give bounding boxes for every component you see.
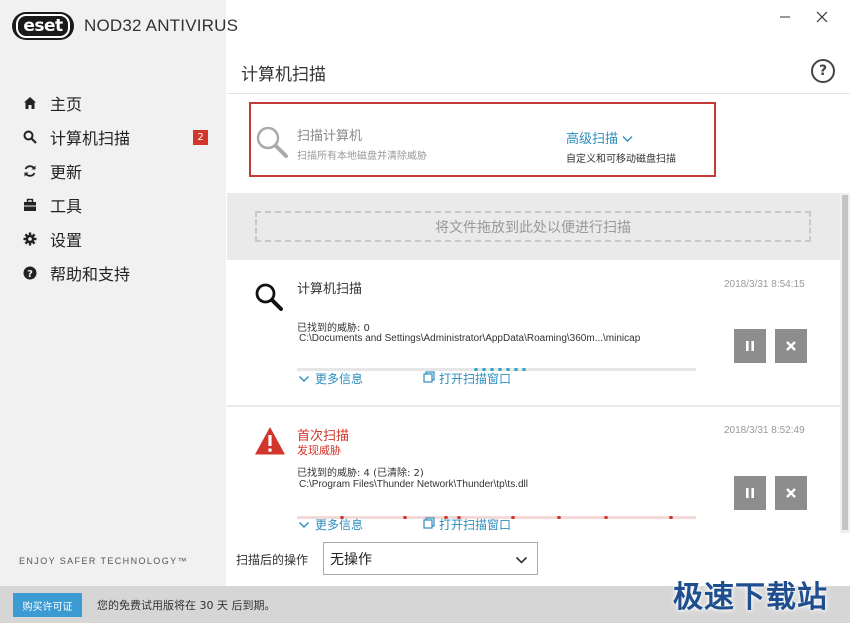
watermark: 极速下载站 <box>673 580 828 615</box>
sidebar-item-label: 设置 <box>50 231 83 250</box>
sidebar-item-label: 主页 <box>50 95 83 114</box>
pause-icon <box>745 337 755 356</box>
close-window-button[interactable] <box>812 8 832 26</box>
pause-icon <box>745 484 755 503</box>
advanced-scan-subtitle: 自定义和可移动磁盘扫描 <box>566 154 676 165</box>
search-icon <box>22 129 38 145</box>
minimize-button[interactable] <box>775 8 795 26</box>
refresh-icon <box>22 163 38 179</box>
stop-scan-button[interactable] <box>775 476 807 510</box>
close-icon <box>785 484 797 503</box>
after-scan-action-select[interactable]: 无操作 <box>323 542 538 575</box>
sidebar-item-computer-scan[interactable]: 计算机扫描 2 <box>0 120 226 154</box>
tagline: ENJOY SAFER TECHNOLOGY™ <box>19 556 188 566</box>
search-icon <box>254 282 284 316</box>
window-icon <box>423 371 435 386</box>
chevron-down-icon <box>622 132 633 147</box>
sidebar-item-label: 计算机扫描 <box>50 129 131 148</box>
pause-scan-button[interactable] <box>734 329 766 363</box>
after-scan-selected-value: 无操作 <box>330 551 372 568</box>
more-info-link[interactable]: 更多信息 <box>298 370 363 387</box>
open-scan-window-label: 打开扫描窗口 <box>439 518 512 532</box>
scan-computer-title: 扫描计算机 <box>297 129 363 144</box>
scroll-thumb[interactable] <box>842 195 848 530</box>
sidebar-nav: 主页 计算机扫描 2 更新 工具 设置 ? 帮助和支持 <box>0 86 226 290</box>
magnifier-icon <box>255 125 289 163</box>
more-info-label: 更多信息 <box>315 518 364 532</box>
file-drop-zone[interactable]: 将文件拖放到此处以便进行扫描 <box>255 211 811 242</box>
chevron-down-icon <box>298 372 310 386</box>
sidebar-item-settings[interactable]: 设置 <box>0 222 226 256</box>
sidebar-item-tools[interactable]: 工具 <box>0 188 226 222</box>
threats-found: 已找到的威胁: 0 <box>297 323 370 334</box>
open-scan-window-label: 打开扫描窗口 <box>439 372 512 386</box>
help-button[interactable]: ? <box>811 59 835 83</box>
minimize-icon <box>779 8 791 27</box>
scan-progress-bar <box>297 356 696 372</box>
sidebar-item-label: 帮助和支持 <box>50 265 131 284</box>
threat-detected-label: 发现威胁 <box>297 444 341 457</box>
buy-license-button[interactable]: 购买许可证 <box>13 593 82 617</box>
more-info-link[interactable]: 更多信息 <box>298 516 363 533</box>
sidebar-item-label: 工具 <box>50 197 83 216</box>
trial-expiry-text: 您的免费试用版将在 30 天 后到期。 <box>97 599 276 612</box>
sidebar-item-home[interactable]: 主页 <box>0 86 226 120</box>
warning-icon <box>254 426 286 460</box>
scan-title: 计算机扫描 <box>297 282 363 297</box>
eset-logo: eset NOD32 ANTIVIRUS <box>12 12 238 40</box>
sidebar-item-update[interactable]: 更新 <box>0 154 226 188</box>
scan-progress-bar <box>297 504 696 520</box>
drop-zone-label: 将文件拖放到此处以便进行扫描 <box>435 219 631 236</box>
stop-scan-button[interactable] <box>775 329 807 363</box>
help-icon: ? <box>818 63 828 79</box>
close-icon <box>785 337 797 356</box>
current-file-path: C:\Program Files\Thunder Network\Thunder… <box>299 479 528 490</box>
pause-scan-button[interactable] <box>734 476 766 510</box>
product-name: NOD32 ANTIVIRUS <box>84 16 239 35</box>
window-icon <box>423 517 435 532</box>
open-scan-window-link[interactable]: 打开扫描窗口 <box>423 370 511 387</box>
chevron-down-icon <box>298 518 310 532</box>
question-icon: ? <box>22 265 38 281</box>
open-scan-window-link[interactable]: 打开扫描窗口 <box>423 516 511 533</box>
scan-computer-subtitle: 扫描所有本地磁盘并清除威胁 <box>297 151 427 162</box>
sidebar-item-label: 更新 <box>50 163 83 182</box>
threats-found: 已找到的威胁: 4 (已清除: 2) <box>297 468 424 479</box>
eset-logo-badge: eset <box>12 12 74 40</box>
scan-timestamp: 2018/3/31 8:54:15 <box>724 279 805 290</box>
gear-icon <box>22 231 38 247</box>
toolbox-icon <box>22 197 38 213</box>
after-scan-label: 扫描后的操作 <box>236 553 309 567</box>
logo-text: eset <box>16 14 70 38</box>
page-title: 计算机扫描 <box>241 65 326 85</box>
scan-computer-option[interactable]: 扫描计算机 扫描所有本地磁盘并清除威胁 <box>255 125 427 163</box>
svg-text:?: ? <box>27 269 33 280</box>
more-info-label: 更多信息 <box>315 372 364 386</box>
current-file-path: C:\Documents and Settings\Administrator\… <box>299 333 641 344</box>
sidebar-item-help[interactable]: ? 帮助和支持 <box>0 256 226 290</box>
chevron-down-icon <box>515 553 528 569</box>
scan-timestamp: 2018/3/31 8:52:49 <box>724 425 805 436</box>
notification-badge: 2 <box>193 130 208 145</box>
home-icon <box>22 95 38 111</box>
advanced-scan-title: 高级扫描 <box>566 132 619 147</box>
buy-license-label: 购买许可证 <box>22 601 73 613</box>
close-icon <box>816 8 828 27</box>
advanced-scan-option[interactable]: 高级扫描 自定义和可移动磁盘扫描 <box>566 128 676 165</box>
